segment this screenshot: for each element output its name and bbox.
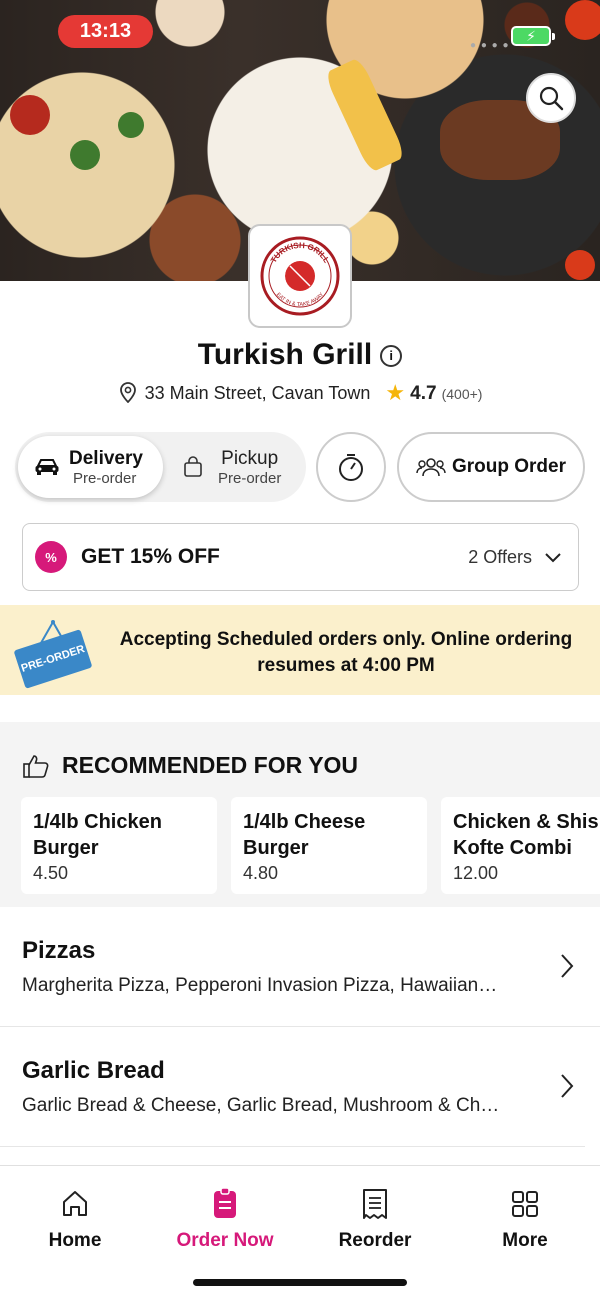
group-icon [416,458,446,477]
receipt-icon [363,1189,387,1219]
thumbs-up-icon [23,754,49,778]
grid-icon [512,1191,538,1217]
restaurant-name: Turkish Grill [197,338,373,371]
recommended-item[interactable]: Chicken & Shish Kofte Combi 12.00 [441,797,600,894]
restaurant-logo: TURKISH GRILL EAT IN & TAKE AWAY [248,224,352,328]
offers-banner[interactable]: % GET 15% OFF 2 Offers [22,523,579,591]
item-price: 4.80 [243,863,279,883]
search-icon [539,86,564,111]
preorder-tag: PRE-ORDER [13,629,93,689]
signal-icon: ● ● ● ● [470,40,510,51]
nav-more-label: More [502,1230,548,1251]
group-order-label: Group Order [451,456,566,477]
chevron-right-icon [561,1074,574,1098]
chevron-right-icon [561,954,574,978]
item-name: 1/4lb Chicken Burger [33,811,162,859]
pickup-label: Pickup [221,447,279,469]
address-row: 33 Main Street, Cavan Town ★ 4.7 (400+) [0,380,600,406]
pickup-option[interactable]: Pickup Pre-order [170,436,303,498]
offer-count: 2 Offers [468,546,532,567]
order-mode-toggle: Delivery Pre-order Pickup Pre-order [15,432,306,502]
schedule-button[interactable] [316,432,386,502]
category-row-pizzas[interactable]: Pizzas Margherita Pizza, Pepperoni Invas… [0,907,600,1027]
order-icon [214,1188,236,1218]
home-icon [63,1191,87,1216]
category-row-garlic-bread[interactable]: Garlic Bread Garlic Bread & Cheese, Garl… [0,1027,585,1147]
info-icon[interactable]: i [380,345,403,367]
discount-badge-icon: % [35,541,67,573]
offer-title: GET 15% OFF [81,545,220,568]
delivery-option[interactable]: Delivery Pre-order [18,436,163,498]
rating-value: 4.7 [410,383,437,404]
recommended-item[interactable]: 1/4lb Cheese Burger 4.80 [231,797,427,894]
recommended-heading-row: RECOMMENDED FOR YOU [22,752,358,779]
item-price: 12.00 [453,863,499,883]
category-desc: Garlic Bread & Cheese, Garlic Bread, Mus… [22,1095,500,1116]
delivery-sub: Pre-order [73,469,137,487]
star-icon: ★ [385,380,406,405]
rating-count: (400+) [441,386,483,402]
pickup-sub: Pre-order [218,469,282,487]
status-time: 13:13 [58,15,153,48]
location-pin-icon [119,382,136,404]
nav-more[interactable]: More [450,1186,600,1252]
notice-text: Accepting Scheduled orders only. Online … [119,629,573,676]
recommended-section: RECOMMENDED FOR YOU 1/4lb Chicken Burger… [0,722,600,907]
bag-icon [184,456,202,477]
nav-reorder[interactable]: Reorder [300,1186,450,1252]
nav-order-now-label: Order Now [176,1230,274,1251]
item-name: 1/4lb Cheese Burger [243,811,366,859]
preorder-notice: PRE-ORDER Accepting Scheduled orders onl… [0,605,600,695]
nav-order-now[interactable]: Order Now [150,1186,300,1252]
category-name: Pizzas [22,937,96,964]
recommended-item[interactable]: 1/4lb Chicken Burger 4.50 [21,797,217,894]
timer-icon [339,454,363,481]
search-button[interactable] [526,73,576,123]
nav-reorder-label: Reorder [338,1230,412,1251]
item-name: Chicken & Shish Kofte Combi [453,811,600,859]
delivery-label: Delivery [69,447,143,469]
home-indicator [193,1279,407,1286]
nav-home[interactable]: Home [0,1186,150,1252]
car-icon [35,459,59,475]
category-desc: Margherita Pizza, Pepperoni Invasion Piz… [22,975,498,996]
address-text: 33 Main Street, Cavan Town [144,383,371,403]
chevron-down-icon [545,553,561,563]
item-price: 4.50 [33,863,69,883]
recommended-heading: RECOMMENDED FOR YOU [62,752,359,778]
restaurant-name-row: Turkish Grill i [0,338,600,372]
group-order-button[interactable]: Group Order [397,432,585,502]
nav-home-label: Home [48,1230,102,1251]
battery-charging-icon: ⚡ [511,26,555,46]
category-name: Garlic Bread [22,1057,165,1084]
